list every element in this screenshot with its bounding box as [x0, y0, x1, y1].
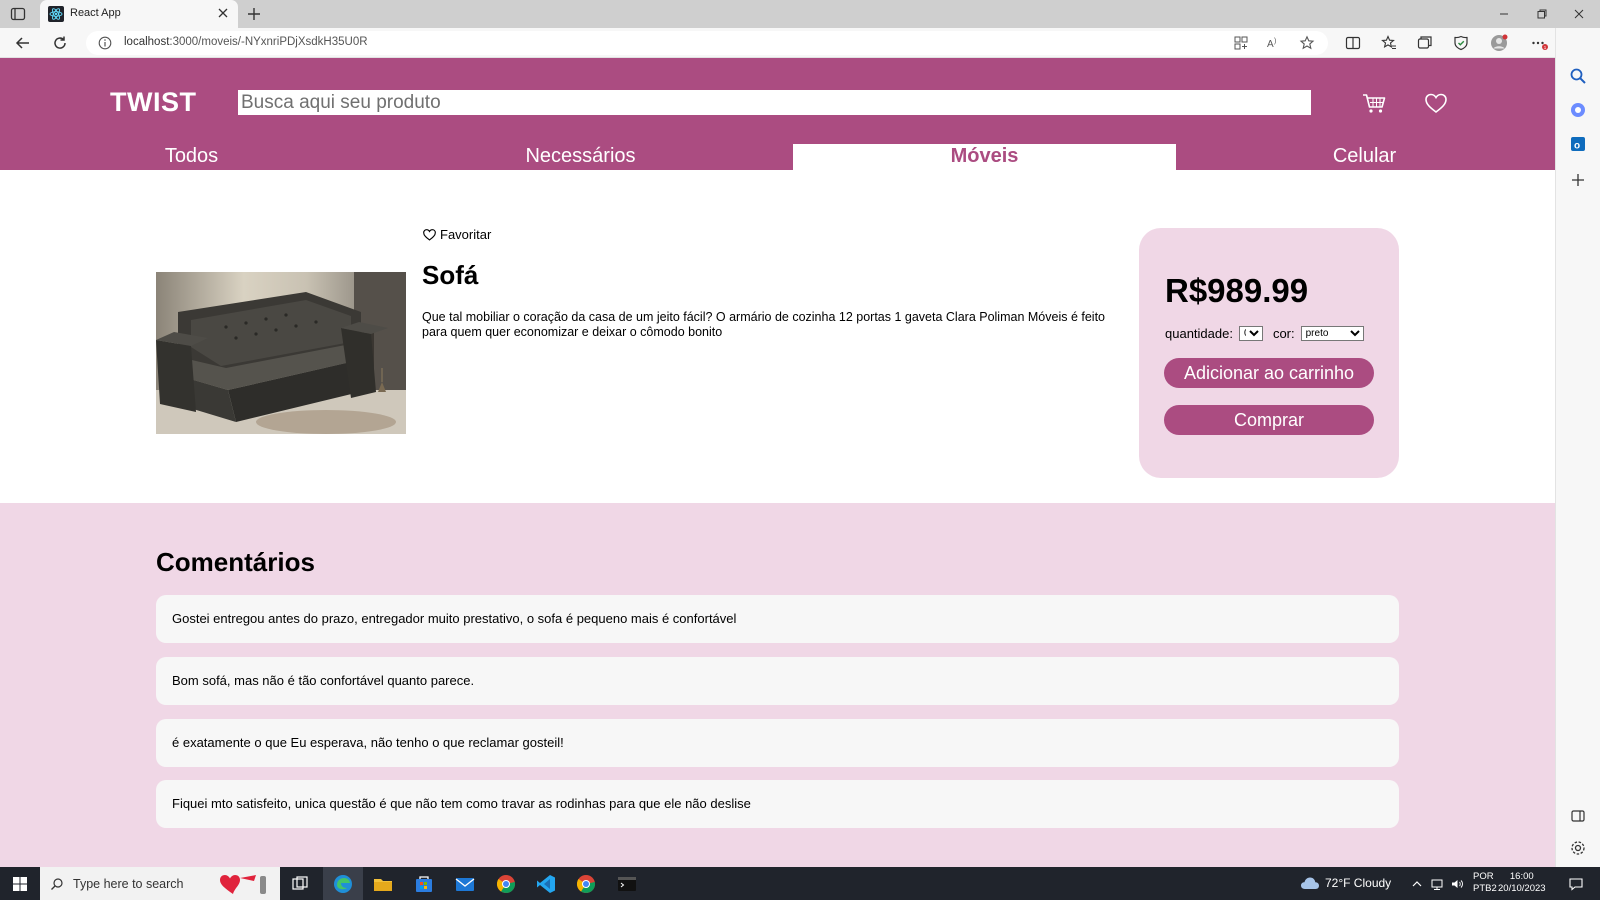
favorite-label: Favoritar: [440, 227, 492, 242]
profile-icon[interactable]: [1490, 34, 1508, 52]
svg-text:o: o: [1574, 141, 1580, 152]
category-tab-celular[interactable]: Celular: [1173, 144, 1556, 170]
heart-icon[interactable]: [1423, 90, 1449, 116]
info-icon[interactable]: [98, 36, 112, 50]
network-icon[interactable]: [1430, 877, 1444, 891]
url-text[interactable]: localhost:3000/moveis/-NYxnriPDjXsdkH35U…: [124, 36, 368, 48]
svg-text:A: A: [1267, 39, 1274, 50]
product-title: Sofá: [422, 260, 479, 290]
collections-icon[interactable]: [1416, 34, 1434, 52]
chrome-alt-icon[interactable]: [495, 873, 517, 895]
react-icon: [48, 6, 64, 22]
product-description: Que tal mobiliar o coração da casa de um…: [422, 310, 1105, 339]
search-icon: [51, 878, 63, 890]
terminal-icon[interactable]: [616, 873, 638, 895]
product-image: [156, 272, 406, 434]
minimize-icon[interactable]: [1496, 6, 1512, 22]
split-screen-icon[interactable]: [1344, 34, 1362, 52]
language-indicator[interactable]: POR PTB2: [1473, 871, 1497, 895]
url-path: :3000/moveis/-NYxnriPDjXsdkH35U0R: [169, 36, 368, 48]
taskbar-search-placeholder: Type here to search: [73, 877, 184, 891]
outlook-icon[interactable]: o: [1568, 134, 1588, 154]
color-select[interactable]: preto: [1300, 326, 1364, 341]
search-input[interactable]: [238, 90, 1311, 115]
back-icon[interactable]: [14, 34, 32, 52]
comment-item: é exatamente o que Eu esperava, não tenh…: [156, 719, 1399, 767]
quantity-select[interactable]: 0: [1238, 326, 1263, 341]
chevron-up-icon[interactable]: [1410, 877, 1424, 891]
vscode-icon[interactable]: [535, 873, 557, 895]
quantity-label: quantidade:: [1165, 326, 1233, 341]
search-icon[interactable]: [1568, 66, 1588, 86]
cart-icon[interactable]: [1361, 90, 1387, 116]
favorite-button[interactable]: Favoritar: [422, 227, 491, 242]
sofa-image: [156, 272, 406, 434]
product-price: R$989.99: [1165, 272, 1309, 309]
keyboard-layout: PTB2: [1473, 883, 1497, 894]
browser-tab-bar: React App: [0, 0, 1600, 28]
window-close-icon[interactable]: [1571, 6, 1587, 22]
browser-tab[interactable]: React App: [40, 0, 238, 28]
add-to-cart-button[interactable]: Adicionar ao carrinho: [1164, 358, 1374, 388]
windows-start-icon[interactable]: [12, 876, 28, 892]
mail-icon[interactable]: [454, 873, 476, 895]
edge-sidebar: o: [1555, 28, 1600, 867]
refresh-icon[interactable]: [51, 34, 69, 52]
weather-text: 72°F Cloudy: [1325, 876, 1392, 890]
tools-icon[interactable]: [1568, 100, 1588, 120]
comment-item: Fiquei mto satisfeito, unica questão é q…: [156, 780, 1399, 828]
url-host: localhost: [124, 36, 170, 48]
hide-sidebar-icon[interactable]: [1568, 806, 1588, 826]
comments-section: Comentários Gostei entregou antes do pra…: [0, 503, 1555, 867]
address-bar[interactable]: localhost:3000/moveis/-NYxnriPDjXsdkH35U…: [86, 31, 1328, 55]
volume-icon[interactable]: [1450, 877, 1464, 891]
taskbar-search[interactable]: Type here to search: [40, 867, 280, 900]
taskbar: Type here to search 72°F Cloudy POR PTB2…: [0, 867, 1600, 900]
buy-button[interactable]: Comprar: [1164, 405, 1374, 435]
comment-item: Gostei entregou antes do prazo, entregad…: [156, 595, 1399, 643]
restore-icon[interactable]: [1534, 6, 1550, 22]
edge-icon[interactable]: [332, 873, 354, 895]
heart-outline-icon: [423, 229, 436, 241]
more-options-icon[interactable]: 1: [1530, 34, 1548, 52]
browser-essentials-icon[interactable]: [1452, 34, 1470, 52]
category-nav: Todos Necessários Móveis Celular: [0, 144, 1555, 170]
settings-icon[interactable]: [1568, 838, 1588, 858]
add-icon[interactable]: [1568, 170, 1588, 190]
browser-toolbar: localhost:3000/moveis/-NYxnriPDjXsdkH35U…: [0, 28, 1600, 58]
logo[interactable]: TWIST: [110, 87, 196, 118]
favorites-icon[interactable]: [1380, 34, 1398, 52]
comment-item: Bom sofá, mas não é tão confortável quan…: [156, 657, 1399, 705]
task-view-icon[interactable]: [289, 873, 311, 895]
color-label: cor:: [1272, 326, 1295, 341]
category-tab-moveis[interactable]: Móveis: [793, 144, 1176, 170]
star-icon[interactable]: [1299, 35, 1315, 51]
chrome-icon[interactable]: [575, 873, 597, 895]
cloud-icon: [1301, 877, 1319, 889]
tab-title: React App: [70, 7, 121, 19]
file-explorer-icon[interactable]: [372, 873, 394, 895]
options-row: quantidade: 0 cor: preto: [1165, 326, 1364, 341]
close-icon[interactable]: [216, 6, 230, 20]
tab-actions-icon[interactable]: [10, 6, 26, 22]
search-highlight-icon: [220, 875, 266, 894]
category-tab-todos[interactable]: Todos: [0, 144, 383, 170]
language-code: POR: [1473, 871, 1494, 882]
store-icon[interactable]: [413, 873, 435, 895]
read-aloud-icon[interactable]: A): [1266, 35, 1282, 51]
clock[interactable]: 16:00 20/10/2023: [1498, 871, 1546, 895]
new-tab-icon[interactable]: [245, 5, 263, 23]
purchase-box: R$989.99 quantidade: 0 cor: preto Adicio…: [1139, 228, 1399, 478]
weather-widget[interactable]: 72°F Cloudy: [1300, 876, 1391, 890]
clock-time: 16:00: [1509, 871, 1534, 882]
clock-date: 20/10/2023: [1498, 883, 1546, 894]
category-tab-necessarios[interactable]: Necessários: [389, 144, 772, 170]
svg-text:): ): [1274, 38, 1276, 45]
comments-title: Comentários: [156, 547, 315, 577]
site-header: TWIST Todos Necessários Móveis Celular: [0, 58, 1555, 170]
app-available-icon[interactable]: [1233, 35, 1249, 51]
notifications-icon[interactable]: [1568, 876, 1584, 892]
